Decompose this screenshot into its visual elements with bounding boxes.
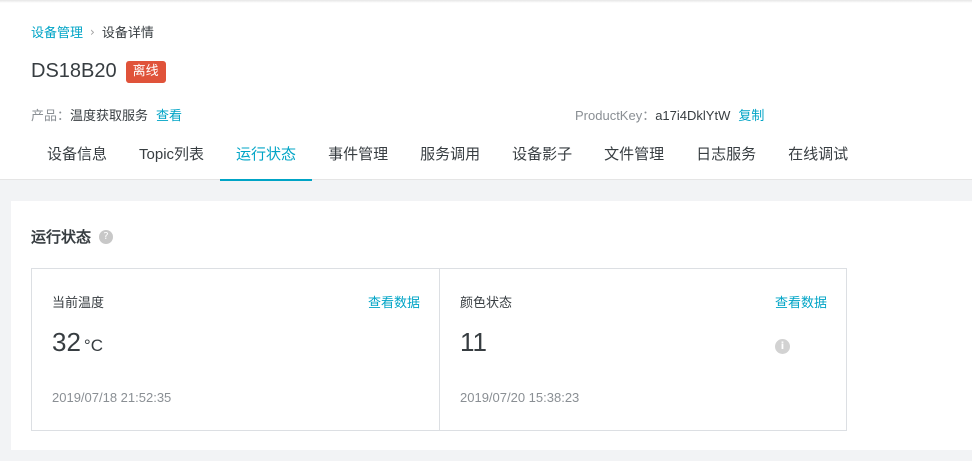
card-timestamp: 2019/07/18 21:52:35 — [52, 390, 172, 405]
breadcrumb: 设备管理 › 设备详情 — [31, 22, 154, 42]
view-data-link[interactable]: 查看数据 — [368, 292, 420, 311]
product-label: 产品： — [31, 109, 71, 124]
status-badge: 离线 — [125, 60, 166, 83]
tab-service-call[interactable]: 服务调用 — [404, 140, 496, 181]
card-value-number: 11 — [460, 327, 487, 357]
tab-event-management[interactable]: 事件管理 — [312, 140, 404, 181]
card-value-number: 32 — [52, 327, 81, 357]
card-timestamp: 2019/07/20 15:38:23 — [460, 390, 580, 405]
card-label: 当前温度 — [52, 296, 105, 311]
tab-device-info[interactable]: 设备信息 — [31, 140, 123, 181]
card-value: 32 °C — [52, 327, 103, 358]
breadcrumb-device-management[interactable]: 设备管理 — [31, 22, 83, 41]
status-card-temperature: 当前温度 查看数据 32 °C 2019/07/18 21:52:35 — [32, 269, 439, 430]
running-status-panel: 运行状态 ? 当前温度 查看数据 32 °C 2019/07/18 21:52:3… — [11, 201, 972, 450]
section-title: 运行状态 ? — [31, 226, 114, 247]
tab-device-shadow[interactable]: 设备影子 — [496, 140, 588, 181]
page-title: DS18B20 — [31, 60, 117, 82]
tab-topic-list[interactable]: Topic列表 — [123, 140, 220, 181]
product-key-label: ProductKey： — [575, 108, 656, 123]
breadcrumb-current: 设备详情 — [101, 26, 154, 41]
copy-key-link[interactable]: 复制 — [738, 108, 764, 123]
info-icon[interactable]: i — [775, 339, 790, 354]
product-key-info: ProductKey：a17i4DklYtW 复制 — [575, 105, 764, 124]
status-cards: 当前温度 查看数据 32 °C 2019/07/18 21:52:35 颜色状态 … — [31, 268, 847, 431]
status-card-color: 颜色状态 查看数据 11 i 2019/07/20 15:38:23 — [439, 269, 846, 430]
page-header: 设备管理 › 设备详情 DS18B20 离线 产品：温度获取服务 查看 Produ… — [0, 3, 972, 181]
chevron-right-icon: › — [90, 24, 95, 39]
tab-running-status[interactable]: 运行状态 — [220, 140, 313, 181]
help-icon[interactable]: ? — [99, 229, 114, 244]
card-value: 11 — [460, 327, 487, 358]
product-key-value: a17i4DklYtW — [655, 108, 731, 123]
card-label: 颜色状态 — [460, 296, 513, 311]
tab-online-debug[interactable]: 在线调试 — [772, 140, 864, 181]
tab-file-management[interactable]: 文件管理 — [588, 140, 680, 181]
product-value: 温度获取服务 — [70, 109, 149, 124]
tab-bar: 设备信息 Topic列表 运行状态 事件管理 服务调用 设备影子 文件管理 日志… — [31, 140, 864, 181]
view-data-link[interactable]: 查看数据 — [775, 292, 827, 311]
view-product-link[interactable]: 查看 — [156, 109, 182, 124]
tab-log-service[interactable]: 日志服务 — [680, 140, 772, 181]
card-value-unit: °C — [83, 336, 103, 355]
product-info: 产品：温度获取服务 查看 — [31, 105, 182, 124]
section-title-text: 运行状态 — [31, 228, 92, 246]
title-row: DS18B20 离线 — [31, 60, 166, 83]
